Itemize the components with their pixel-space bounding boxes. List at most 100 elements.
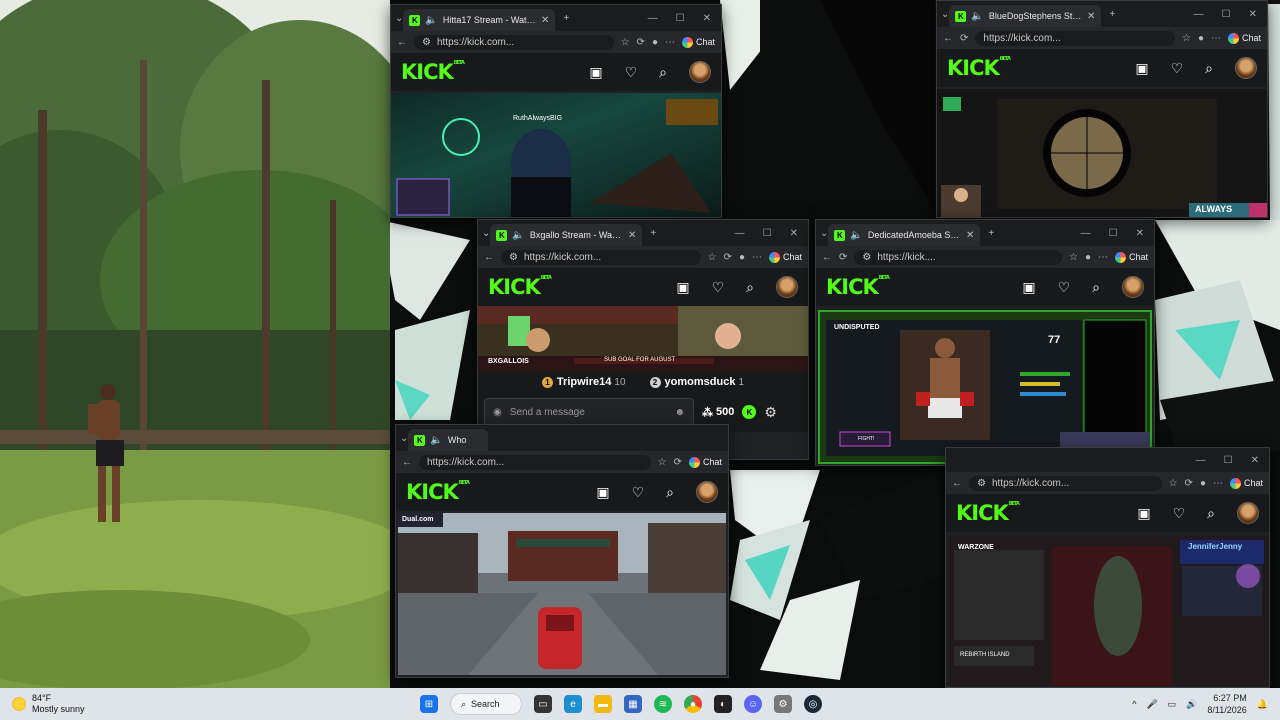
close-tab-icon[interactable]: ✕ [1087, 11, 1095, 22]
close-window-icon[interactable]: ✕ [790, 228, 798, 239]
chat-button[interactable]: Chat [768, 251, 802, 263]
chat-badge-icon[interactable]: ◉ [493, 407, 502, 418]
user-avatar[interactable] [689, 61, 711, 83]
search-icon[interactable]: ⌕ [1092, 279, 1100, 296]
file-explorer-icon[interactable]: ▬ [594, 695, 612, 713]
minimize-icon[interactable]: — [1196, 455, 1206, 466]
browser-window-dedicatedamoeba[interactable]: ⌄ K 🔈 DedicatedAmoeba Stream - W ✕ + — ☐ ✕… [815, 219, 1155, 466]
close-tab-icon[interactable]: ✕ [966, 230, 974, 241]
browse-icon[interactable]: ▣ [589, 64, 602, 81]
spotify-icon[interactable]: ≋ [654, 695, 672, 713]
kick-logo[interactable]: KICKBETA [401, 60, 465, 84]
speaker-icon[interactable]: 🔈 [425, 15, 437, 26]
leaderboard-entry-1[interactable]: 1 Tripwire14 10 [541, 376, 626, 388]
tab-list-chevron-icon[interactable]: ⌄ [820, 228, 828, 239]
new-tab-icon[interactable]: + [1109, 9, 1115, 20]
tab-list-chevron-icon[interactable]: ⌄ [482, 228, 490, 239]
url-field[interactable]: ⚙ https://kick.com... [501, 249, 701, 265]
url-field[interactable]: ⚙ https://kick.com... [969, 475, 1162, 491]
close-tab-icon[interactable]: ✕ [628, 230, 636, 241]
back-icon[interactable]: ← [822, 252, 832, 263]
speaker-icon[interactable]: 🔈 [430, 435, 442, 446]
chat-button[interactable]: Chat [1229, 477, 1263, 489]
menu-dots-icon[interactable]: ⋯ [1098, 252, 1108, 263]
tab-hitta17[interactable]: K 🔈 Hitta17 Stream - Watch Live o ✕ [403, 9, 556, 31]
browse-icon[interactable]: ▣ [1022, 279, 1035, 296]
browse-icon[interactable]: ▣ [676, 279, 689, 296]
kick-logo[interactable]: KICKBETA [947, 56, 1011, 80]
maximize-icon[interactable]: ☐ [1222, 9, 1231, 20]
search-icon[interactable]: ⌕ [666, 484, 674, 501]
browser-window-bluedogstephens[interactable]: ⌄ K 🔈 BlueDogStephens Stream - W ✕ + — ☐ ✕… [936, 0, 1268, 218]
settings-gear-icon[interactable]: ⚙ [774, 695, 792, 713]
site-info-icon[interactable]: ⚙ [422, 37, 431, 48]
taskbar-search[interactable]: ⌕ Search [450, 693, 522, 715]
stream-video-bxgallo[interactable]: BXGALLOIS SUB GOAL FOR AUGUST [478, 306, 808, 372]
url-field[interactable]: ⚙ https://kick.com... [414, 34, 614, 50]
stream-video-who[interactable]: Dual.com [398, 513, 726, 675]
user-avatar[interactable] [1235, 57, 1257, 79]
tab-who[interactable]: K 🔈 Who [408, 429, 489, 451]
refresh-icon[interactable]: ⟳ [674, 457, 682, 468]
obs-icon[interactable]: ◐ [714, 695, 732, 713]
search-icon[interactable]: ⌕ [1205, 60, 1213, 77]
back-icon[interactable]: ← [943, 33, 953, 44]
microphone-icon[interactable]: 🎤 [1146, 699, 1157, 710]
minimize-icon[interactable]: — [1081, 228, 1091, 239]
menu-dots-icon[interactable]: ⋯ [665, 37, 675, 48]
url-field[interactable]: https://kick.com... [975, 30, 1175, 46]
minimize-icon[interactable]: — [648, 13, 658, 24]
chat-message-input[interactable]: ◉ Send a message ☻ [484, 398, 694, 426]
site-info-icon[interactable]: ⚙ [862, 252, 871, 263]
emoji-icon[interactable]: ☻ [674, 407, 685, 418]
close-window-icon[interactable]: ✕ [1136, 228, 1144, 239]
stream-video-warzone[interactable]: WARZONE JenniferJenny REBIRTH ISLAND [948, 536, 1269, 686]
search-icon[interactable]: ⌕ [659, 64, 667, 81]
following-heart-icon[interactable]: ♡ [632, 484, 645, 501]
close-window-icon[interactable]: ✕ [703, 13, 711, 24]
kick-badge-icon[interactable]: K [742, 405, 757, 419]
url-field[interactable]: https://kick.com... [419, 454, 651, 470]
weather-widget[interactable]: 84°F Mostly sunny [0, 693, 420, 715]
edge-icon[interactable]: e [564, 695, 582, 713]
close-tab-icon[interactable]: ✕ [541, 15, 549, 26]
maximize-icon[interactable]: ☐ [676, 13, 685, 24]
bookmark-star-icon[interactable]: ☆ [1069, 252, 1078, 263]
tab-list-chevron-icon[interactable]: ⌄ [400, 433, 408, 444]
stream-video-hitta17[interactable]: RuthAlwaysBIG [391, 93, 721, 217]
close-window-icon[interactable]: ✕ [1251, 455, 1259, 466]
chat-button[interactable]: Chat [1227, 32, 1261, 44]
url-field[interactable]: ⚙ https://kick.... [854, 249, 1062, 265]
new-tab-icon[interactable]: + [650, 228, 656, 239]
following-heart-icon[interactable]: ♡ [1173, 505, 1186, 522]
following-heart-icon[interactable]: ♡ [625, 64, 638, 81]
new-tab-icon[interactable]: + [563, 13, 569, 24]
bookmark-star-icon[interactable]: ☆ [621, 37, 630, 48]
browse-icon[interactable]: ▣ [1135, 60, 1148, 77]
back-icon[interactable]: ← [397, 37, 407, 48]
store-icon[interactable]: ▦ [624, 695, 642, 713]
start-windows-icon[interactable]: ⊞ [420, 695, 438, 713]
volume-icon[interactable]: 🔊 [1186, 699, 1197, 710]
following-heart-icon[interactable]: ♡ [1058, 279, 1071, 296]
kick-logo[interactable]: KICKBETA [956, 501, 1020, 525]
kick-logo[interactable]: KICKBETA [488, 275, 552, 299]
refresh-icon[interactable]: ⟳ [724, 252, 732, 263]
speaker-icon[interactable]: 🔈 [971, 11, 983, 22]
stream-video-bluedogstephens[interactable]: ALWAYS [937, 89, 1267, 217]
new-tab-icon[interactable]: + [988, 228, 994, 239]
search-icon[interactable]: ⌕ [1207, 505, 1215, 522]
back-icon[interactable]: ← [402, 457, 412, 468]
discord-icon[interactable]: ☺ [744, 695, 762, 713]
fight-button[interactable]: FIGHT! [858, 436, 874, 442]
refresh-icon[interactable]: ⟳ [637, 37, 645, 48]
bookmark-star-icon[interactable]: ☆ [708, 252, 717, 263]
chat-settings-gear-icon[interactable]: ⚙ [764, 404, 777, 421]
site-info-icon[interactable]: ⚙ [977, 478, 986, 489]
browse-icon[interactable]: ▣ [596, 484, 609, 501]
leaderboard-entry-2[interactable]: 2 yomomsduck 1 [649, 376, 744, 388]
profile-icon[interactable]: ● [1085, 252, 1091, 263]
speaker-icon[interactable]: 🔈 [512, 230, 524, 241]
maximize-icon[interactable]: ☐ [1224, 455, 1233, 466]
channel-points[interactable]: ⁂ 500 [702, 406, 734, 419]
